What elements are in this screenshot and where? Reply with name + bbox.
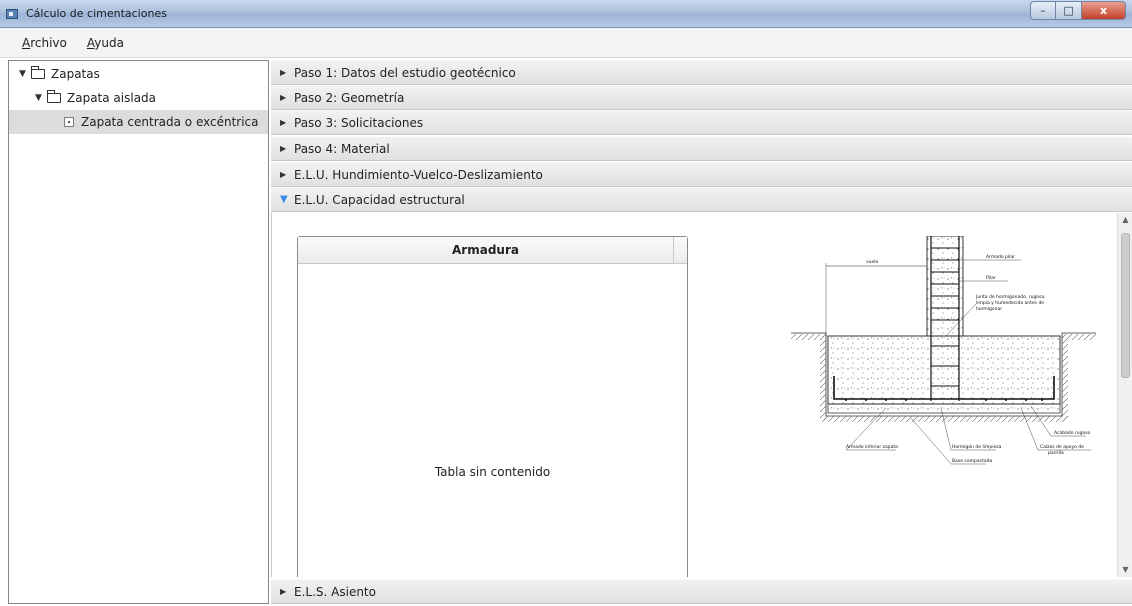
- scroll-up-arrow-icon[interactable]: ▲: [1118, 213, 1132, 227]
- tree-item-label: Zapatas: [51, 67, 100, 81]
- label-vuelo: vuelo: [866, 259, 879, 265]
- pane-paso-2[interactable]: ▶ Paso 2: Geometría: [271, 85, 1132, 110]
- label-base: Base compactada: [952, 458, 992, 464]
- label-junta-2: limpia y humedecida antes de: [976, 300, 1044, 306]
- column-header-armadura[interactable]: Armadura: [298, 237, 674, 263]
- pane-title: E.L.U. Hundimiento-Vuelco-Deslizamiento: [294, 167, 543, 182]
- label-armado-pilar: Armado pilar: [986, 254, 1015, 260]
- pane-title: Paso 2: Geometría: [294, 90, 405, 105]
- tree-item-zapata-centrada[interactable]: Zapata centrada o excéntrica: [9, 110, 268, 134]
- window-controls: – □ x: [1030, 1, 1126, 20]
- table-header: Armadura: [298, 237, 687, 264]
- collapsed-arrow-icon: ▶: [280, 118, 287, 127]
- pane-elu-capacidad-content: Armadura Tabla sin contenido vuelo Armad…: [271, 213, 1132, 577]
- label-pilar: Pilar: [986, 275, 996, 281]
- menu-archivo-mnemonic: A: [22, 35, 31, 50]
- pane-elu-hundimiento[interactable]: ▶ E.L.U. Hundimiento-Vuelco-Deslizamient…: [271, 162, 1132, 187]
- content-scrollbar[interactable]: ▲ ▼: [1117, 213, 1132, 577]
- pane-title: Paso 1: Datos del estudio geotécnico: [294, 65, 516, 80]
- tree-item-zapata-aislada[interactable]: ▼ Zapata aislada: [9, 86, 268, 110]
- expanded-arrow-icon: ▼: [280, 194, 288, 205]
- window-title: Cálculo de cimentaciones: [26, 7, 167, 20]
- expand-arrow-icon[interactable]: ▼: [35, 93, 47, 103]
- pane-paso-3[interactable]: ▶ Paso 3: Solicitaciones: [271, 110, 1132, 135]
- label-calzos-2: parrilla: [1048, 450, 1064, 456]
- menu-archivo[interactable]: Archivo: [18, 33, 71, 53]
- steps-accordion: ▶ Paso 1: Datos del estudio geotécnico ▶…: [271, 60, 1132, 606]
- pane-paso-1[interactable]: ▶ Paso 1: Datos del estudio geotécnico: [271, 60, 1132, 85]
- window-title-bar[interactable]: Cálculo de cimentaciones – □ x: [0, 0, 1132, 28]
- pane-title: E.L.U. Capacidad estructural: [294, 192, 465, 207]
- pane-title: Paso 4: Material: [294, 141, 390, 156]
- pane-paso-4[interactable]: ▶ Paso 4: Material: [271, 136, 1132, 161]
- collapsed-arrow-icon: ▶: [280, 68, 287, 77]
- navigation-tree[interactable]: ▼ Zapatas ▼ Zapata aislada Zapata centra…: [8, 60, 269, 604]
- menu-ayuda[interactable]: Ayuda: [83, 33, 128, 53]
- expand-arrow-icon[interactable]: ▼: [19, 69, 31, 79]
- menu-bar: Archivo Ayuda: [0, 28, 1132, 58]
- tree-item-label: Zapata centrada o excéntrica: [81, 115, 259, 129]
- label-junta-3: hormigonar: [976, 306, 1002, 312]
- tree-item-label: Zapata aislada: [67, 91, 157, 105]
- pane-title: E.L.S. Asiento: [294, 584, 376, 599]
- folder-open-icon: [31, 66, 45, 79]
- label-junta-1: Junta de hormigonado, rugosa,: [975, 294, 1046, 300]
- folder-open-icon: [47, 90, 61, 103]
- menu-archivo-label: rchivo: [30, 35, 67, 50]
- app-icon: [6, 9, 18, 19]
- pane-els-asiento[interactable]: ▶ E.L.S. Asiento: [271, 579, 1132, 604]
- collapsed-arrow-icon: ▶: [280, 93, 287, 102]
- maximize-button[interactable]: □: [1056, 1, 1082, 20]
- footing-section-drawing: vuelo Armado pilar Pilar Junta de hormig…: [786, 235, 1102, 469]
- collapsed-arrow-icon: ▶: [280, 587, 287, 596]
- scroll-thumb[interactable]: [1121, 233, 1130, 378]
- label-armado-zapata: Armado inferior zapata: [846, 444, 898, 450]
- scroll-down-arrow-icon[interactable]: ▼: [1118, 563, 1132, 577]
- close-button[interactable]: x: [1082, 1, 1126, 20]
- pane-title: Paso 3: Solicitaciones: [294, 115, 424, 130]
- tree-item-zapatas[interactable]: ▼ Zapatas: [9, 62, 268, 86]
- label-acabado: Acabado rugoso: [1054, 430, 1091, 436]
- document-icon: [64, 117, 74, 127]
- menu-ayuda-label: yuda: [94, 35, 124, 50]
- collapsed-arrow-icon: ▶: [280, 144, 287, 153]
- table-placeholder: Tabla sin contenido: [434, 465, 551, 479]
- armadura-table[interactable]: Armadura Tabla sin contenido: [297, 236, 688, 577]
- label-calzos-1: Calzos de apoyo de: [1040, 444, 1084, 450]
- label-hormigon-limpieza: Hormigón de limpieza: [952, 443, 1002, 450]
- minimize-button[interactable]: –: [1030, 1, 1056, 20]
- pane-elu-capacidad[interactable]: ▼ E.L.U. Capacidad estructural: [271, 187, 1132, 212]
- collapsed-arrow-icon: ▶: [280, 170, 287, 179]
